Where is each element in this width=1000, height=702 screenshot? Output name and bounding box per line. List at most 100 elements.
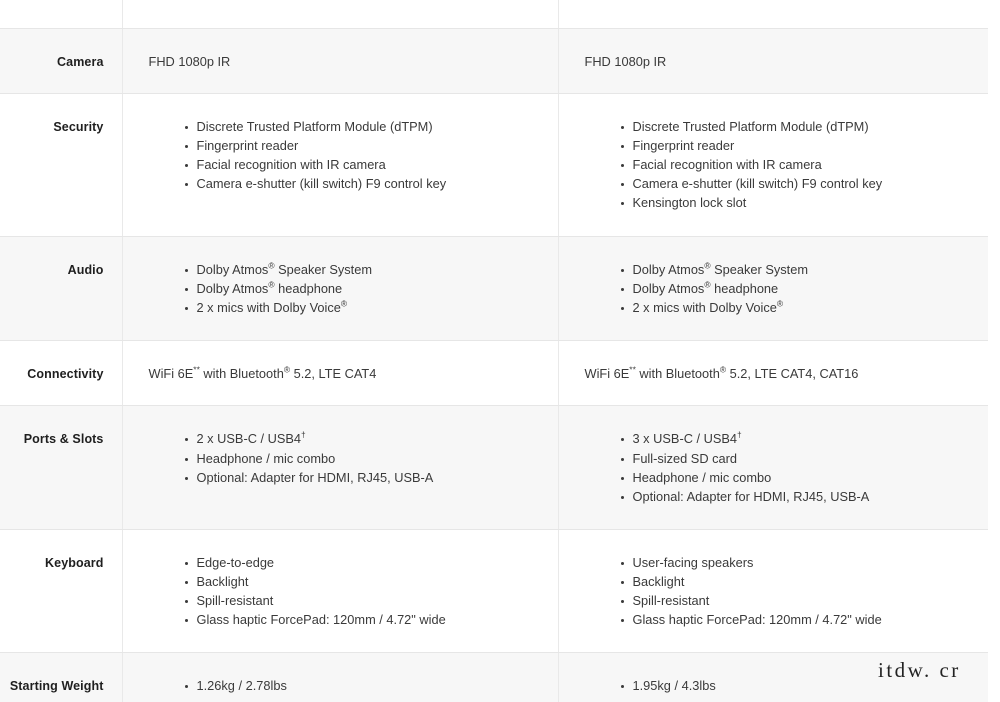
list-item: Dolby Atmos® Speaker System <box>184 261 542 280</box>
spec-value-keyboard-product-a: Edge-to-edge Backlight Spill-resistant Glas… <box>123 530 558 652</box>
spec-value-ports-and-slots-product-a: 2 x USB-C / USB4† Headphone / mic combo Op… <box>123 406 558 509</box>
spec-label-cell-camera: Camera <box>0 28 123 95</box>
list-item: 1.95kg / 4.3lbs <box>620 677 973 696</box>
spec-label-cell-keyboard: Keyboard <box>0 529 123 654</box>
list-item: Facial recognition with IR camera <box>620 156 973 175</box>
list-item: Backlight <box>620 573 973 592</box>
spec-value-starting-weight-product-a: 1.26kg / 2.78lbs <box>123 653 558 702</box>
list-item: 2 x mics with Dolby Voice® <box>184 299 542 318</box>
top-partial-value-cell-b <box>558 0 988 29</box>
table-row: Audio Dolby Atmos® Speaker System Dolby At… <box>0 236 989 341</box>
table-row: Security Discrete Trusted Platform Module… <box>0 93 989 237</box>
list-item: Headphone / mic combo <box>620 469 973 488</box>
list-item: Spill-resistant <box>620 592 973 611</box>
spec-text-connectivity-product-b: WiFi 6E** with Bluetooth® 5.2, LTE CAT4,… <box>584 364 859 381</box>
spec-value-connectivity-product-b: WiFi 6E** with Bluetooth® 5.2, LTE CAT4,… <box>559 341 989 406</box>
spec-cell-audio-product-a: Dolby Atmos® Speaker System Dolby Atmos® … <box>122 236 559 341</box>
list-item: Dolby Atmos® Speaker System <box>620 261 973 280</box>
spec-comparison-table: Camera FHD 1080p IR FHD 1080p IR Security Di… <box>0 0 988 702</box>
spec-row-label-audio: Audio <box>67 262 104 277</box>
spec-cell-connectivity-product-b: WiFi 6E** with Bluetooth® 5.2, LTE CAT4,… <box>558 340 989 407</box>
spec-value-camera-product-a: FHD 1080p IR <box>123 29 558 94</box>
list-item: Full-sized SD card <box>620 450 973 469</box>
spec-value-starting-weight-product-b: 1.95kg / 4.3lbs <box>559 653 989 702</box>
top-partial-label-cell <box>0 0 123 29</box>
table-row: Camera FHD 1080p IR FHD 1080p IR <box>0 28 989 95</box>
spec-list-starting-weight-product-a: 1.26kg / 2.78lbs <box>169 677 542 696</box>
spec-text-camera-product-a: FHD 1080p IR <box>148 53 231 69</box>
list-item: Glass haptic ForcePad: 120mm / 4.72" wid… <box>184 611 542 630</box>
list-item: Dolby Atmos® headphone <box>184 280 542 299</box>
spec-cell-ports-and-slots-product-b: 3 x USB-C / USB4† Full-sized SD card Headp… <box>558 405 989 530</box>
table-row: Ports & Slots 2 x USB-C / USB4† Headphone … <box>0 405 989 530</box>
spec-cell-security-product-b: Discrete Trusted Platform Module (dTPM) F… <box>558 93 989 237</box>
table-row: Connectivity WiFi 6E** with Bluetooth® 5.… <box>0 340 989 407</box>
list-item: Discrete Trusted Platform Module (dTPM) <box>184 118 542 137</box>
list-item: 1.26kg / 2.78lbs <box>184 677 542 696</box>
spec-value-camera-product-b: FHD 1080p IR <box>559 29 989 94</box>
spec-list-security-product-a: Discrete Trusted Platform Module (dTPM) F… <box>169 118 542 194</box>
spec-cell-camera-product-a: FHD 1080p IR <box>122 28 559 95</box>
list-item: Backlight <box>184 573 542 592</box>
list-item: Facial recognition with IR camera <box>184 156 542 175</box>
spec-value-security-product-b: Discrete Trusted Platform Module (dTPM) F… <box>559 94 989 235</box>
list-item: Headphone / mic combo <box>184 450 542 469</box>
spec-value-keyboard-product-b: User-facing speakers Backlight Spill-resis… <box>559 530 989 652</box>
list-item: Camera e-shutter (kill switch) F9 contro… <box>620 175 973 194</box>
list-item: 2 x mics with Dolby Voice® <box>620 299 973 318</box>
list-item: Edge-to-edge <box>184 554 542 573</box>
spec-row-label-starting-weight: Starting Weight <box>9 679 104 694</box>
spec-cell-connectivity-product-a: WiFi 6E** with Bluetooth® 5.2, LTE CAT4 <box>122 340 559 407</box>
list-item: User-facing speakers <box>620 554 973 573</box>
spec-cell-keyboard-product-a: Edge-to-edge Backlight Spill-resistant Glas… <box>122 529 559 654</box>
spec-cell-starting-weight-product-b: 1.95kg / 4.3lbs <box>558 652 989 702</box>
list-item: Glass haptic ForcePad: 120mm / 4.72" wid… <box>620 611 973 630</box>
spec-label-cell-ports-and-slots: Ports & Slots <box>0 405 123 530</box>
spec-list-keyboard-product-a: Edge-to-edge Backlight Spill-resistant Glas… <box>169 554 542 630</box>
table-row: Keyboard Edge-to-edge Backlight Spill-resis… <box>0 529 989 654</box>
table-top-partial-row <box>0 0 988 29</box>
spec-table-body: Camera FHD 1080p IR FHD 1080p IR Security Di… <box>0 0 988 702</box>
spec-row-label-security: Security <box>53 120 104 135</box>
spec-cell-keyboard-product-b: User-facing speakers Backlight Spill-resis… <box>558 529 989 654</box>
list-item: 3 x USB-C / USB4† <box>620 430 973 449</box>
spec-label-cell-audio: Audio <box>0 236 123 341</box>
list-item: Optional: Adapter for HDMI, RJ45, USB-A <box>184 469 542 488</box>
list-item: Camera e-shutter (kill switch) F9 contro… <box>184 175 542 194</box>
top-partial-value-cell-a <box>122 0 559 29</box>
spec-cell-security-product-a: Discrete Trusted Platform Module (dTPM) F… <box>122 93 559 237</box>
spec-list-ports-and-slots-product-b: 3 x USB-C / USB4† Full-sized SD card Headp… <box>605 430 973 506</box>
spec-label-cell-connectivity: Connectivity <box>0 340 123 407</box>
spec-label-cell-starting-weight: Starting Weight <box>0 652 123 702</box>
spec-list-security-product-b: Discrete Trusted Platform Module (dTPM) F… <box>605 118 973 213</box>
table-row: Starting Weight 1.26kg / 2.78lbs 1.95kg / … <box>0 652 989 702</box>
spec-list-audio-product-a: Dolby Atmos® Speaker System Dolby Atmos® … <box>169 261 542 318</box>
spec-value-security-product-a: Discrete Trusted Platform Module (dTPM) F… <box>123 94 558 216</box>
spec-list-audio-product-b: Dolby Atmos® Speaker System Dolby Atmos® … <box>605 261 973 318</box>
spec-value-audio-product-a: Dolby Atmos® Speaker System Dolby Atmos® … <box>123 237 558 340</box>
list-item: Fingerprint reader <box>184 137 542 156</box>
spec-cell-audio-product-b: Dolby Atmos® Speaker System Dolby Atmos® … <box>558 236 989 341</box>
spec-list-ports-and-slots-product-a: 2 x USB-C / USB4† Headphone / mic combo Op… <box>169 430 542 487</box>
spec-value-ports-and-slots-product-b: 3 x USB-C / USB4† Full-sized SD card Headp… <box>559 406 989 528</box>
spec-value-audio-product-b: Dolby Atmos® Speaker System Dolby Atmos® … <box>559 237 989 340</box>
list-item: 2 x USB-C / USB4† <box>184 430 542 449</box>
list-item: Kensington lock slot <box>620 194 973 213</box>
spec-row-label-connectivity: Connectivity <box>27 366 104 381</box>
spec-list-starting-weight-product-b: 1.95kg / 4.3lbs <box>605 677 973 696</box>
list-item: Discrete Trusted Platform Module (dTPM) <box>620 118 973 137</box>
spec-label-cell-security: Security <box>0 93 123 237</box>
list-item: Dolby Atmos® headphone <box>620 280 973 299</box>
spec-value-connectivity-product-a: WiFi 6E** with Bluetooth® 5.2, LTE CAT4 <box>123 341 558 406</box>
spec-row-label-ports-and-slots: Ports & Slots <box>23 432 104 447</box>
spec-row-label-keyboard: Keyboard <box>45 555 104 570</box>
spec-text-connectivity-product-a: WiFi 6E** with Bluetooth® 5.2, LTE CAT4 <box>148 364 377 381</box>
spec-text-camera-product-b: FHD 1080p IR <box>584 53 667 69</box>
spec-cell-ports-and-slots-product-a: 2 x USB-C / USB4† Headphone / mic combo Op… <box>122 405 559 530</box>
list-item: Fingerprint reader <box>620 137 973 156</box>
list-item: Optional: Adapter for HDMI, RJ45, USB-A <box>620 488 973 507</box>
spec-row-label-camera: Camera <box>57 54 104 69</box>
spec-comparison-container: Camera FHD 1080p IR FHD 1080p IR Security Di… <box>0 0 1000 702</box>
list-item: Spill-resistant <box>184 592 542 611</box>
spec-cell-camera-product-b: FHD 1080p IR <box>558 28 989 95</box>
